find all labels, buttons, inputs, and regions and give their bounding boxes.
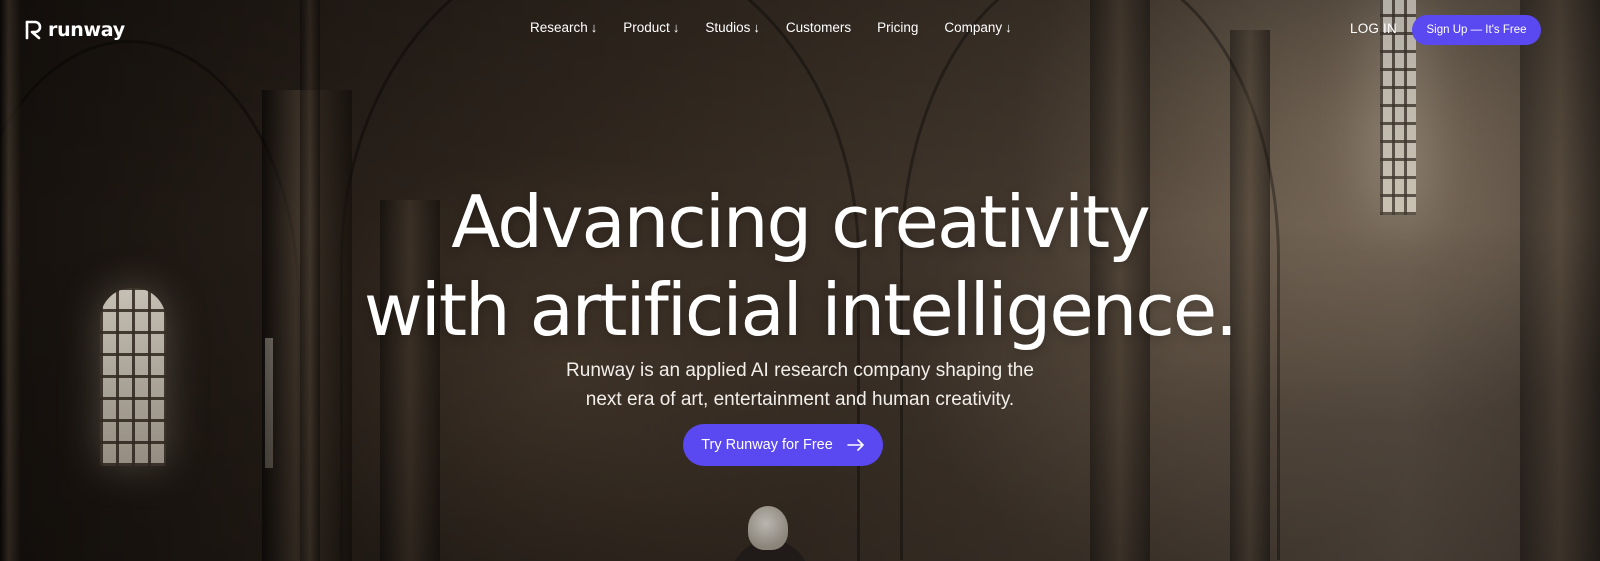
hero-title: Advancing creativity with artificial int… <box>0 178 1600 354</box>
nav-item-label: Product <box>623 20 670 35</box>
nav-item-pricing[interactable]: Pricing <box>877 20 918 35</box>
nav-item-label: Pricing <box>877 20 919 35</box>
brand-logo[interactable]: runway <box>24 18 125 42</box>
nav-item-customers[interactable]: Customers <box>786 20 851 35</box>
runway-logo-icon <box>25 20 42 40</box>
brand-name: runway <box>48 19 125 41</box>
arrow-down-icon: ↓ <box>590 20 598 35</box>
try-runway-button[interactable]: Try Runway for Free <box>683 424 883 466</box>
login-link[interactable]: LOG IN <box>1350 21 1397 36</box>
nav-item-research[interactable]: Research ↓ <box>530 20 597 35</box>
hero-subtitle: Runway is an applied AI research company… <box>0 356 1600 414</box>
nav-item-label: Company <box>944 20 1003 35</box>
main-menu: Research ↓ Product ↓ Studios ↓ Customers… <box>530 20 1038 35</box>
arrow-down-icon: ↓ <box>672 20 680 35</box>
nav-item-label: Studios <box>705 20 751 35</box>
arrow-down-icon: ↓ <box>753 20 760 35</box>
arrow-right-icon <box>846 439 864 451</box>
hero-subtitle-line: next era of art, entertainment and human… <box>585 389 1015 410</box>
cta-label: Try Runway for Free <box>701 437 833 453</box>
signup-button[interactable]: Sign Up — It's Free <box>1412 15 1541 45</box>
nav-item-product[interactable]: Product ↓ <box>623 20 679 35</box>
nav-item-studios[interactable]: Studios ↓ <box>705 20 760 35</box>
arrow-down-icon: ↓ <box>1005 20 1012 35</box>
nav-item-company[interactable]: Company ↓ <box>944 20 1011 35</box>
hero-title-line: with artificial intelligence. <box>363 268 1238 352</box>
hero-subtitle-line: Runway is an applied AI research company… <box>566 360 1034 381</box>
hero-title-line: Advancing creativity <box>451 180 1151 264</box>
nav-item-label: Research <box>530 20 588 35</box>
top-navigation: runway Research ↓ Product ↓ Studios ↓ Cu… <box>0 0 1600 60</box>
nav-item-label: Customers <box>785 20 852 35</box>
